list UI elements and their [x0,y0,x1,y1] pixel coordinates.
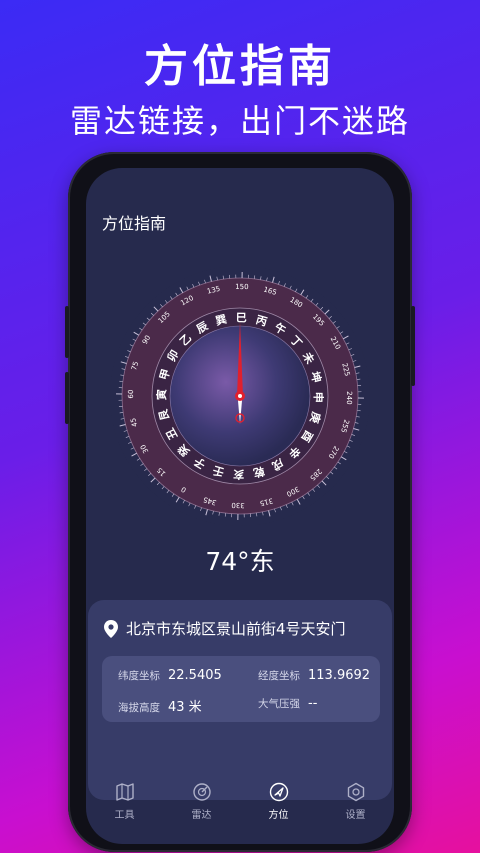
location-pin-icon [104,619,118,638]
latitude-stat: 纬度坐标 22.5405 [118,668,222,683]
phone-power-button [411,306,415,386]
location-card: 北京市东城区景山前街4号天安门 纬度坐标 22.5405 经度坐标 113.96… [88,600,392,800]
longitude-label: 经度坐标 [258,670,300,682]
tab-direction[interactable]: 方位 [249,782,309,821]
promo-subtitle: 雷达链接，出门不迷路 [69,102,410,140]
app-title: 方位指南 [102,214,167,233]
mountain-label: 亥 [233,467,244,481]
longitude-value: 113.9692 [308,668,371,683]
degree-label: 240 [345,391,353,405]
app-screen: 方位指南 75 90 105 120 135 150 165 180 195 210 225 240 2… [86,168,394,844]
radar-icon [192,783,211,801]
tab-direction-label: 方位 [268,810,289,821]
altitude-stat: 海拔高度 43 米 [118,696,202,715]
latitude-value: 22.5405 [168,668,222,683]
degree-label: 150 [235,283,249,291]
longitude-stat: 经度坐标 113.9692 [258,668,370,683]
tab-radar-label: 雷达 [191,810,212,821]
altitude-label: 海拔高度 [118,702,160,714]
location-row[interactable]: 北京市东城区景山前街4号天安门 [104,618,346,639]
coordinates-panel: 纬度坐标 22.5405 经度坐标 113.9692 海拔高度 43 米 大气压… [102,656,380,722]
tab-settings[interactable]: 设置 [326,782,386,821]
tab-tools[interactable]: 工具 [95,782,155,821]
tab-radar[interactable]: 雷达 [172,782,232,821]
phone-side-button [65,372,69,424]
promo-title: 方位指南 [144,41,336,92]
phone-side-button [65,306,69,358]
degree-label: 60 [127,390,135,399]
mountain-label: 巳 [236,311,247,324]
pressure-label: 大气压强 [258,698,300,710]
altitude-value: 43 米 [168,700,202,715]
map-icon [115,783,134,801]
tab-tools-label: 工具 [114,810,135,821]
mountain-label: 申 [311,392,325,403]
tab-settings-label: 设置 [345,810,366,821]
latitude-label: 纬度坐标 [118,670,160,682]
bottom-tab-bar: 工具 雷达 方位 设置 [86,774,394,844]
address-text: 北京市东城区景山前街4号天安门 [126,620,346,638]
settings-hexagon-icon [347,782,364,802]
navigation-arrow-icon [269,782,288,802]
mountain-label: 寅 [154,389,168,400]
pressure-stat: 大气压强 -- [258,696,317,711]
heading-readout: 74°东 [205,547,275,576]
compass-dial[interactable]: 7590105120135 150 165180195210225240255270… [108,264,372,528]
pressure-value: -- [308,696,318,711]
degree-label: 330 [231,501,245,509]
